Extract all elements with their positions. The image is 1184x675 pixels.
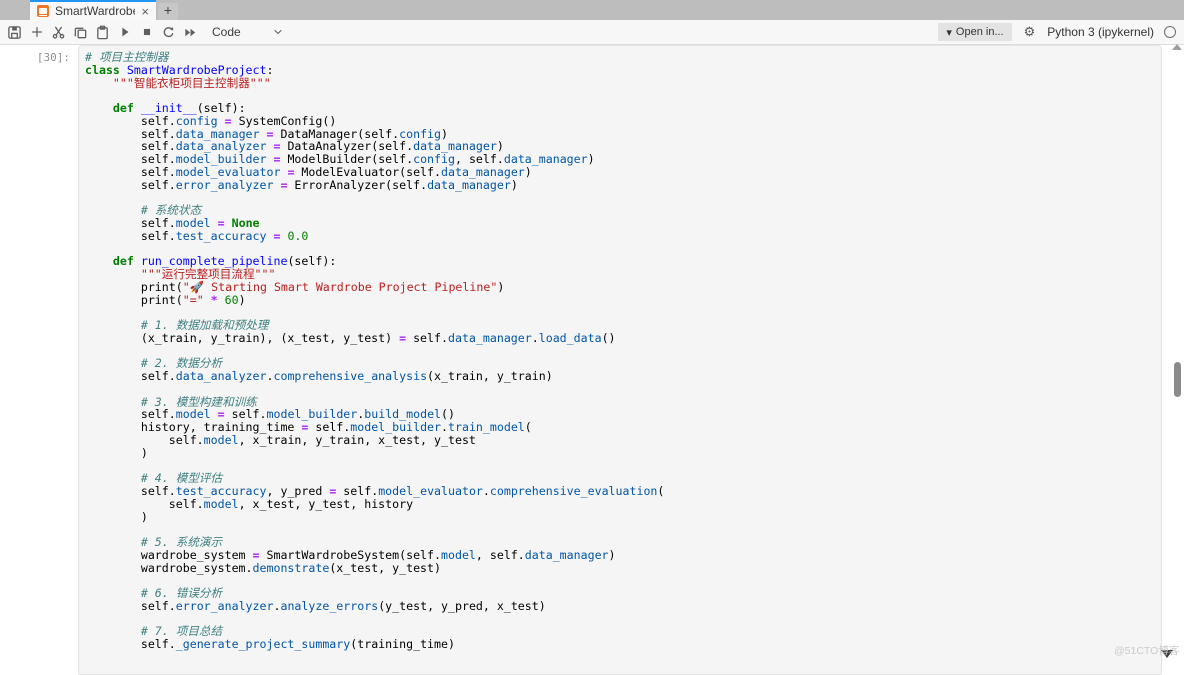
kernel-status-icon[interactable]: [1164, 26, 1176, 38]
play-icon: [118, 25, 132, 39]
cell-type-label: Code: [212, 25, 241, 39]
scissors-icon: [51, 25, 66, 40]
open-in-button[interactable]: ▾ Open in...: [938, 23, 1011, 41]
save-icon: [7, 25, 22, 40]
kernel-name[interactable]: Python 3 (ipykernel): [1047, 25, 1154, 39]
scroll-up-arrow-icon[interactable]: [1172, 44, 1182, 50]
interrupt-kernel-button[interactable]: [136, 22, 157, 43]
copy-icon: [73, 25, 88, 40]
cell-execution-prompt: [30]:: [0, 51, 70, 64]
plus-icon: [30, 25, 44, 39]
cut-cells-button[interactable]: [48, 22, 69, 43]
tab-smartwardrobe[interactable]: SmartWardrobe.ipynb ×: [30, 0, 156, 20]
copy-cells-button[interactable]: [70, 22, 91, 43]
run-cell-button[interactable]: [114, 22, 135, 43]
restart-kernel-button[interactable]: [158, 22, 179, 43]
close-tab-icon[interactable]: ×: [141, 5, 149, 18]
code-lines: # 项目主控制器class SmartWardrobeProject: """智…: [85, 51, 1153, 651]
tab-bar: SmartWardrobe.ipynb × +: [0, 0, 1184, 20]
clipboard-icon: [95, 25, 110, 40]
new-tab-button[interactable]: +: [158, 3, 178, 20]
restart-icon: [161, 25, 176, 40]
watermark: @51CTO博客: [1114, 643, 1179, 658]
paste-cells-button[interactable]: [92, 22, 113, 43]
fast-forward-icon: [183, 25, 198, 40]
scrollbar-thumb[interactable]: [1174, 362, 1181, 397]
code-cell-editor[interactable]: # 项目主控制器class SmartWardrobeProject: """智…: [78, 45, 1162, 675]
settings-button[interactable]: ⚙: [1024, 25, 1036, 39]
stop-icon: [140, 25, 154, 39]
save-button[interactable]: [4, 22, 25, 43]
notebook-toolbar: Code ▾ Open in... ⚙ Python 3 (ipykernel): [0, 20, 1184, 45]
tab-title: SmartWardrobe.ipynb: [55, 4, 135, 18]
cell-type-select[interactable]: Code: [212, 22, 284, 43]
notebook-file-icon: [37, 5, 49, 17]
restart-run-all-button[interactable]: [180, 22, 201, 43]
caret-down-icon: ▾: [946, 26, 952, 39]
gear-icon: ⚙: [1024, 24, 1036, 39]
insert-cell-button[interactable]: [26, 22, 47, 43]
open-in-label: Open in...: [956, 26, 1004, 38]
chevron-down-icon: [272, 26, 284, 38]
